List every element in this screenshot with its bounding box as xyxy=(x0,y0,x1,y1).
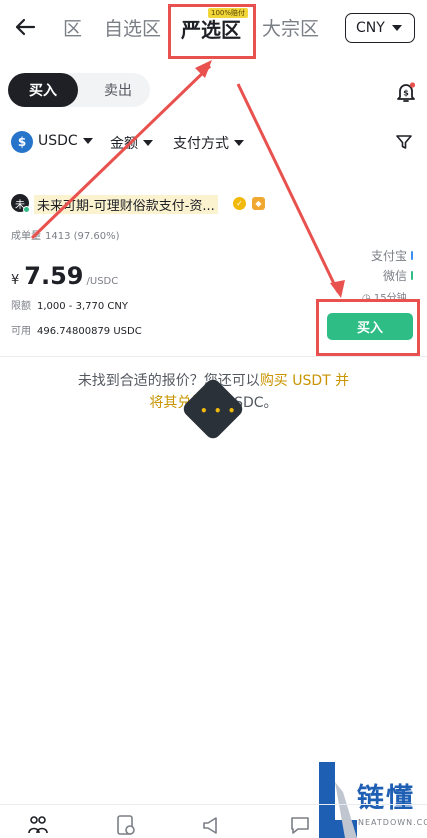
trade-stats: 成单量 1413 (97.60%) xyxy=(11,227,120,242)
buy-sell-toggle: 买入 卖出 xyxy=(8,73,150,107)
merchant-name[interactable]: 未来可期-可理财俗款支付-资... xyxy=(34,195,218,214)
loading-dots-icon: • • • xyxy=(200,404,237,418)
available-label: 可用 xyxy=(11,326,31,337)
trades-label: 成单量 xyxy=(11,231,41,242)
chevron-down-icon xyxy=(234,140,244,146)
limit-value: 1,000 - 3,770 CNY xyxy=(37,301,128,312)
chevron-down-icon xyxy=(391,25,402,31)
amount-filter-label: 金额 xyxy=(110,136,138,152)
available-row: 可用 496.74800879 USDC xyxy=(11,322,142,337)
annotation-highlight-tab xyxy=(168,4,256,59)
payment-method-alipay: 支付宝 xyxy=(371,247,413,264)
buy-tab[interactable]: 买入 xyxy=(8,73,78,107)
buy-usdt-link[interactable]: 购买 USDT 并 xyxy=(260,373,349,389)
chat-message-icon[interactable] xyxy=(288,813,312,837)
coin-filter[interactable]: USDC xyxy=(38,133,93,149)
limit-row: 限额 1,000 - 3,770 CNY xyxy=(11,297,128,312)
coin-filter-label: USDC xyxy=(38,133,78,149)
currency-label: CNY xyxy=(356,20,385,36)
usdc-coin-icon: $ xyxy=(11,131,33,153)
chevron-down-icon xyxy=(143,140,153,146)
tab-bulk-zone[interactable]: 大宗区 xyxy=(262,14,319,41)
sell-tab[interactable]: 卖出 xyxy=(86,73,150,107)
filter-bar: $ USDC 金额 支付方式 xyxy=(0,128,427,158)
online-status-dot xyxy=(23,206,30,213)
verified-merchant-icon: ✓ xyxy=(233,197,246,210)
orders-history-icon[interactable] xyxy=(114,813,138,837)
svg-text:$: $ xyxy=(403,89,409,98)
payment-method-label: 支付宝 xyxy=(370,249,407,263)
payment-method-label: 微信 xyxy=(382,269,407,283)
divider xyxy=(0,356,427,357)
available-value: 496.74800879 USDC xyxy=(37,326,142,337)
hint-text: 未找到合适的报价？您还可以 xyxy=(77,373,260,389)
bottom-navigation xyxy=(0,804,427,838)
arrow-head-icon xyxy=(330,280,345,298)
payment-filter-label: 支付方式 xyxy=(173,136,229,152)
amount-filter[interactable]: 金额 xyxy=(110,133,153,153)
price-symbol: ¥ xyxy=(11,273,20,288)
annotation-highlight-buy xyxy=(316,299,420,356)
wechat-color-bar xyxy=(411,271,413,280)
announcement-megaphone-icon[interactable] xyxy=(200,813,224,837)
trades-value: 1413 (97.60%) xyxy=(45,231,120,242)
funnel-filter-icon[interactable] xyxy=(395,133,413,151)
alipay-color-bar xyxy=(411,251,413,260)
tab-partial[interactable]: 区 xyxy=(63,14,82,41)
currency-selector[interactable]: CNY xyxy=(345,13,415,43)
payment-filter[interactable]: 支付方式 xyxy=(173,133,244,153)
back-arrow-icon[interactable] xyxy=(12,14,38,40)
p2p-people-icon[interactable] xyxy=(26,813,50,837)
limit-label: 限额 xyxy=(11,301,31,312)
price-unit: /USDC xyxy=(86,276,119,287)
arrow-head-icon xyxy=(195,60,212,78)
offer-price: ¥ 7.59 /USDC xyxy=(11,262,118,290)
price-alert-bell-icon[interactable]: $ xyxy=(394,80,418,104)
merchant-shield-icon: ◆ xyxy=(252,197,265,210)
payment-method-wechat: 微信 xyxy=(383,267,413,284)
price-value: 7.59 xyxy=(24,262,84,290)
tab-favorites[interactable]: 自选区 xyxy=(104,14,161,41)
chevron-down-icon xyxy=(82,138,93,144)
